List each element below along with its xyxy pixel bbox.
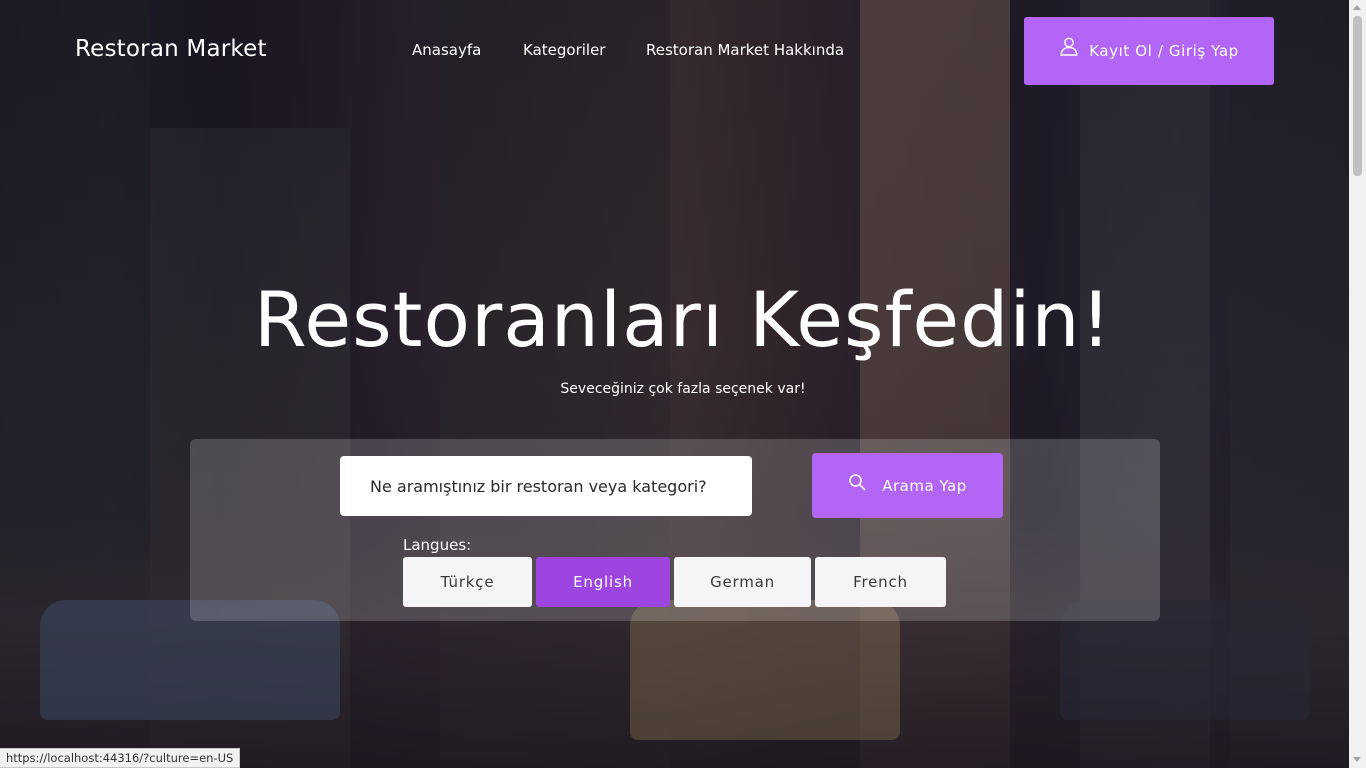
browser-status-bar: https://localhost:44316/?culture=en-US bbox=[0, 748, 241, 768]
lang-button-english[interactable]: English bbox=[536, 557, 670, 607]
search-icon bbox=[848, 473, 866, 495]
lang-button-german[interactable]: German bbox=[674, 557, 811, 607]
scroll-up-arrow-icon[interactable] bbox=[1353, 5, 1361, 10]
lang-button-turkce[interactable]: Türkçe bbox=[403, 557, 532, 607]
brand-logo[interactable]: Restoran Market bbox=[75, 36, 267, 62]
page: Restoran Market Anasayfa Kategoriler Res… bbox=[0, 0, 1366, 768]
scrollbar-thumb[interactable] bbox=[1353, 16, 1362, 176]
nav-item-anasayfa[interactable]: Anasayfa bbox=[412, 41, 481, 59]
nav-item-kategoriler[interactable]: Kategoriler bbox=[523, 41, 605, 59]
search-input[interactable] bbox=[340, 456, 752, 516]
login-register-button[interactable]: Kayıt Ol / Giriş Yap bbox=[1024, 17, 1274, 85]
login-register-label: Kayıt Ol / Giriş Yap bbox=[1089, 42, 1239, 60]
languages-label: Langues: bbox=[403, 536, 472, 554]
hero-subtitle: Seveceğiniz çok fazla seçenek var! bbox=[560, 381, 806, 397]
search-button-label: Arama Yap bbox=[882, 476, 967, 495]
hero-title: Restoranları Keşfedin! bbox=[253, 275, 1113, 364]
scroll-down-arrow-icon[interactable] bbox=[1353, 757, 1361, 762]
nav-item-hakkinda[interactable]: Restoran Market Hakkında bbox=[646, 41, 844, 59]
search-button[interactable]: Arama Yap bbox=[812, 453, 1003, 518]
lang-button-french[interactable]: French bbox=[815, 557, 946, 607]
page-scrollbar[interactable] bbox=[1349, 0, 1366, 768]
user-icon bbox=[1059, 37, 1079, 60]
